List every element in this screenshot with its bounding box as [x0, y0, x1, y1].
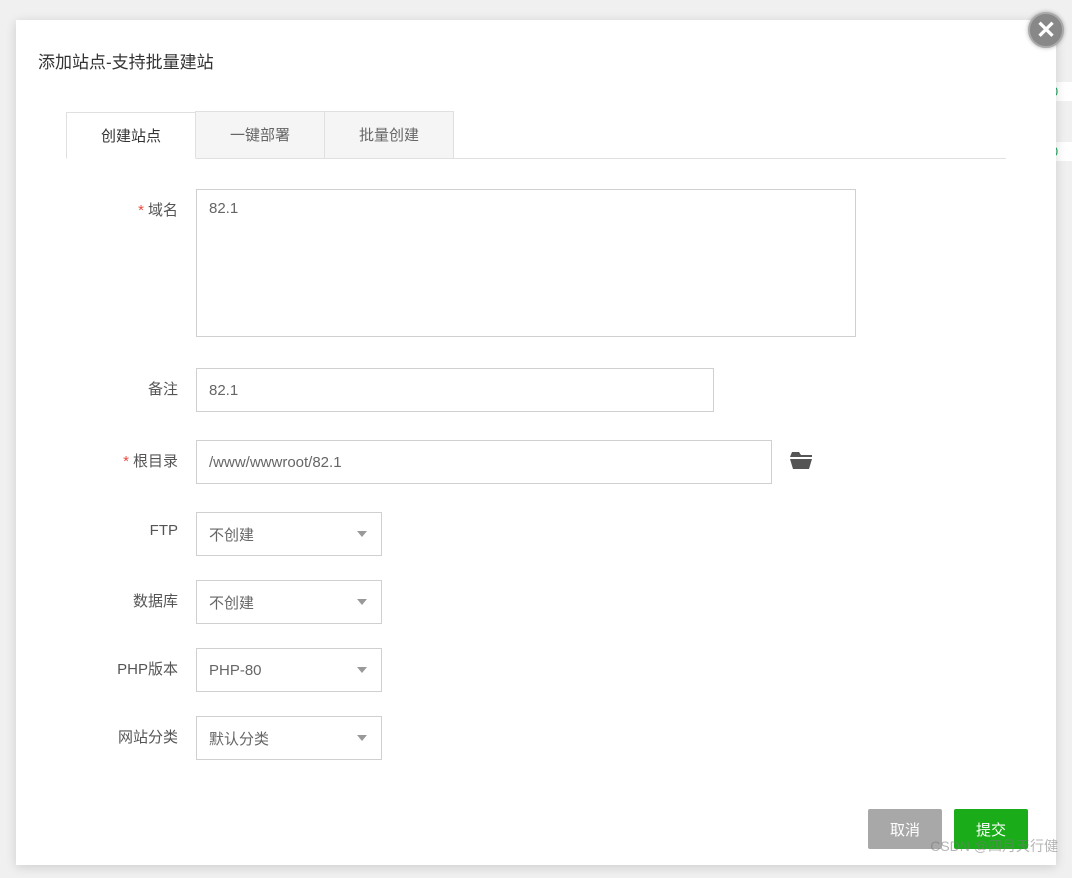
database-label: 数据库 — [66, 580, 196, 611]
close-icon: ✕ — [1036, 16, 1056, 45]
domain-label: *域名 — [66, 189, 196, 220]
cancel-button[interactable]: 取消 — [868, 809, 942, 849]
php-select[interactable]: PHP-80 — [196, 648, 382, 692]
tab-one-click-deploy[interactable]: 一键部署 — [195, 111, 325, 158]
required-mark: * — [138, 202, 144, 219]
close-button[interactable]: ✕ — [1028, 12, 1064, 48]
database-select[interactable]: 不创建 — [196, 580, 382, 624]
modal-footer: 取消 提交 — [16, 793, 1056, 865]
root-input[interactable] — [196, 440, 772, 484]
submit-button[interactable]: 提交 — [954, 809, 1028, 849]
tab-batch-create[interactable]: 批量创建 — [324, 111, 454, 158]
tabs: 创建站点 一键部署 批量创建 — [66, 111, 1006, 159]
modal-title: 添加站点-支持批量建站 — [16, 20, 1056, 73]
category-label: 网站分类 — [66, 716, 196, 747]
ftp-select[interactable]: 不创建 — [196, 512, 382, 556]
add-site-modal: ✕ 添加站点-支持批量建站 创建站点 一键部署 批量创建 *域名 备注 *根目录 — [16, 20, 1056, 865]
ftp-label: FTP — [66, 512, 196, 539]
remark-label: 备注 — [66, 368, 196, 399]
root-label: *根目录 — [66, 440, 196, 471]
remark-input[interactable] — [196, 368, 714, 412]
domain-input[interactable] — [196, 189, 856, 337]
required-mark: * — [123, 453, 129, 470]
form-body: *域名 备注 *根目录 FTP — [16, 159, 1056, 793]
folder-icon[interactable] — [790, 449, 814, 472]
category-select[interactable]: 默认分类 — [196, 716, 382, 760]
tab-create-site[interactable]: 创建站点 — [66, 112, 196, 159]
php-label: PHP版本 — [66, 648, 196, 679]
